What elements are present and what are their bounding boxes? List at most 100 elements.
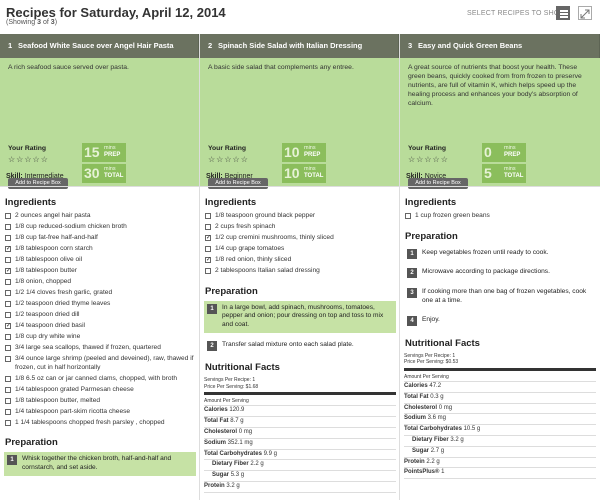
preparation-step[interactable]: 2 Transfer salad mixture onto each salad …: [204, 338, 396, 353]
ingredient-item[interactable]: 3/4 ounce large shrimp (peeled and devei…: [4, 355, 196, 373]
ingredient-checkbox[interactable]: ✓: [205, 256, 211, 263]
preparation-step[interactable]: 2 Microwave according to package directio…: [404, 265, 596, 280]
ingredient-item[interactable]: 1/4 tablespoon part-skim ricotta cheese: [4, 408, 196, 417]
ingredient-checkbox[interactable]: [5, 419, 11, 426]
ingredient-text: 1/2 teaspoon dried dill: [15, 310, 80, 318]
ingredient-checkbox[interactable]: [5, 344, 11, 351]
ingredient-item[interactable]: 1 1/4 tablespoons chopped fresh parsley …: [4, 419, 196, 428]
ingredient-checkbox[interactable]: [5, 213, 11, 219]
ingredient-item[interactable]: ✓ 1/4 teaspoon dried basil: [4, 322, 196, 331]
total-time-box: 10 mins TOTAL: [282, 164, 326, 183]
step-text: Microwave according to package direction…: [422, 268, 550, 276]
ingredient-item[interactable]: 1/4 tablespoon grated Parmesan cheese: [4, 386, 196, 395]
ingredient-item[interactable]: 1 cup frozen green beans: [404, 212, 596, 221]
ingredient-text: 1/4 teaspoon dried basil: [15, 321, 86, 329]
ingredient-checkbox[interactable]: [5, 234, 11, 241]
ingredient-checkbox[interactable]: ✓: [5, 267, 11, 274]
ingredient-checkbox[interactable]: [5, 408, 11, 415]
recipe-number: 3: [408, 41, 413, 50]
ingredient-checkbox[interactable]: [5, 355, 11, 362]
ingredient-item[interactable]: ✓ 1/8 tablespoon butter: [4, 267, 196, 276]
ingredient-checkbox[interactable]: [5, 256, 11, 263]
ingredient-item[interactable]: 1/8 teaspoon ground black pepper: [204, 212, 396, 221]
ingredient-checkbox[interactable]: ✓: [205, 234, 211, 241]
ingredient-item[interactable]: 1/4 cup grape tomatoes: [204, 245, 396, 254]
preparation-step[interactable]: 1 In a large bowl, add spinach, mushrooms…: [204, 300, 396, 333]
ingredient-checkbox[interactable]: [5, 333, 11, 340]
price-per-serving: Price Per Serving: $1.68: [204, 383, 259, 390]
ingredient-checkbox[interactable]: [5, 300, 11, 307]
skill-label: Skill:: [206, 173, 223, 180]
ingredient-checkbox[interactable]: [5, 289, 11, 296]
ingredient-item[interactable]: 1/8 tablespoon olive oil: [4, 256, 196, 265]
nutrition-label: Sodium: [204, 439, 226, 446]
nutrition-label: Cholesterol: [204, 428, 238, 435]
page-title: Recipes for Saturday, April 12, 2014: [6, 5, 226, 20]
ingredient-item[interactable]: 1/8 cup dry white wine: [4, 333, 196, 342]
ingredient-item[interactable]: ✓ 1/8 red onion, thinly sliced: [204, 256, 396, 265]
skill-label: Skill:: [6, 173, 23, 180]
skill-value: Beginner: [224, 173, 253, 180]
ingredient-item[interactable]: 2 tablespoons Italian salad dressing: [204, 267, 396, 276]
ingredient-checkbox[interactable]: [5, 386, 11, 393]
ingredient-checkbox[interactable]: [205, 213, 211, 219]
preparation-step[interactable]: 1 Keep vegetables frozen until ready to c…: [404, 246, 596, 261]
mins-label: mins: [304, 166, 316, 172]
ingredient-item[interactable]: 1/8 6.5 oz can or jar canned clams, chop…: [4, 375, 196, 384]
ingredient-checkbox[interactable]: [205, 245, 211, 252]
recipe-header[interactable]: 1 Seafood White Sauce over Angel Hair Pas…: [0, 34, 199, 58]
preparation-step[interactable]: 4 Enjoy.: [404, 313, 596, 328]
ingredient-item[interactable]: 1/2 teaspoon dried dill: [4, 311, 196, 320]
ingredient-item[interactable]: 2 cups fresh spinach: [204, 223, 396, 232]
nutrition-value: 2.2 g: [250, 461, 264, 468]
nutrition-label: Sugar: [212, 472, 230, 479]
nutrition-value: 0 mg: [238, 428, 253, 435]
ingredient-item[interactable]: ✓ 1/2 cup cremini mushrooms, thinly slice…: [204, 234, 396, 243]
recipe-column: 1 Seafood White Sauce over Angel Hair Pas…: [0, 34, 200, 500]
ingredient-checkbox[interactable]: [5, 311, 11, 318]
rating-stars[interactable]: ☆☆☆☆☆: [8, 155, 49, 164]
rating-stars[interactable]: ☆☆☆☆☆: [208, 155, 249, 164]
ingredient-checkbox[interactable]: [5, 397, 11, 404]
ingredient-item[interactable]: 1/8 tablespoon butter, melted: [4, 397, 196, 406]
ingredient-checkbox[interactable]: [5, 223, 11, 230]
ingredient-checkbox[interactable]: [405, 213, 411, 219]
ingredient-item[interactable]: 1/2 teaspoon dried thyme leaves: [4, 300, 196, 309]
preparation-step[interactable]: 3 If cooking more than one bag of frozen …: [404, 285, 596, 308]
ingredient-item[interactable]: 1/8 cup fat-free half-and-half: [4, 234, 196, 243]
ingredient-checkbox[interactable]: [5, 278, 11, 285]
ingredient-text: 1/4 tablespoon part-skim ricotta cheese: [15, 407, 131, 415]
ingredient-text: 1/8 tablespoon butter, melted: [15, 396, 101, 404]
recipe-header[interactable]: 2 Spinach Side Salad with Italian Dressin…: [200, 34, 399, 58]
preparation-step[interactable]: 1 Whisk together the chicken broth, half-…: [4, 452, 196, 476]
ingredient-item[interactable]: ✓ 1/8 tablespoon corn starch: [4, 245, 196, 254]
step-text: Keep vegetables frozen until ready to co…: [422, 248, 549, 256]
nutrition-row: Calories 47.2: [404, 382, 596, 393]
nutrition-value: 47.2: [429, 382, 442, 389]
list-view-icon[interactable]: [556, 6, 570, 20]
step-text: Whisk together the chicken broth, half-a…: [22, 455, 172, 471]
ingredient-item[interactable]: 2 ounces angel hair pasta: [4, 212, 196, 221]
ingredient-checkbox[interactable]: [5, 375, 11, 382]
ingredient-item[interactable]: 1/8 cup reduced-sodium chicken broth: [4, 223, 196, 232]
ingredient-item[interactable]: 1/8 onion, chopped: [4, 278, 196, 287]
ingredient-text: 1/8 cup fat-free half-and-half: [15, 233, 98, 241]
showing-count: (Showing 3 of 3): [6, 19, 58, 26]
total-minutes: 30: [84, 165, 100, 181]
ingredient-text: 2 ounces angel hair pasta: [15, 212, 91, 219]
recipe-header[interactable]: 3 Easy and Quick Green Beans: [400, 34, 600, 58]
nutrition-label: Total Fat: [204, 418, 229, 425]
nutrition-label: Protein: [204, 482, 225, 489]
nutrition-label: Dietary Fiber: [212, 461, 249, 468]
ingredient-checkbox[interactable]: [205, 223, 211, 230]
ingredient-checkbox[interactable]: ✓: [5, 245, 11, 252]
ingredient-item[interactable]: 1/2 1/4 cloves fresh garlic, grated: [4, 289, 196, 298]
nutrition-heading: Nutritional Facts: [405, 337, 480, 349]
ingredient-checkbox[interactable]: [205, 267, 211, 274]
expand-icon[interactable]: [578, 6, 592, 20]
rating-stars[interactable]: ☆☆☆☆☆: [408, 155, 449, 164]
ingredient-item[interactable]: 3/4 large sea scallops, thawed if frozen…: [4, 344, 196, 353]
ingredient-checkbox[interactable]: ✓: [5, 322, 11, 329]
ingredient-text: 1/4 cup grape tomatoes: [215, 244, 285, 252]
nutrition-value: 3.2 g: [226, 482, 240, 489]
